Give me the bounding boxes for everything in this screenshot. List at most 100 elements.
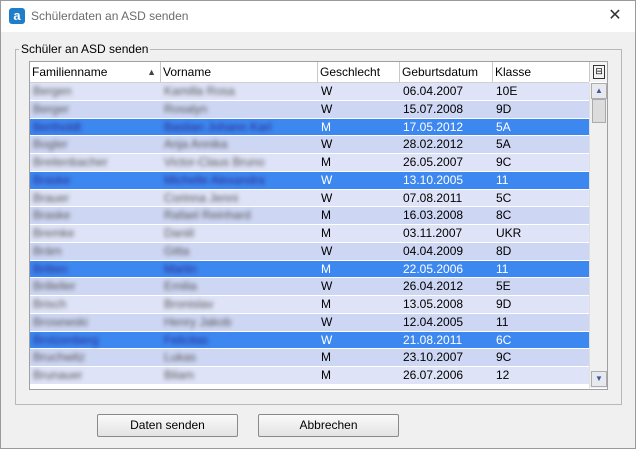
cell-klasse: 5C — [496, 190, 512, 205]
table-row[interactable]: Bertholdt Bastian Johann Karl M 17.05.2012 5… — [30, 118, 589, 137]
cell-klasse: 6C — [496, 332, 512, 347]
cell-familienname: Brotzenberg — [33, 332, 99, 347]
table-row[interactable]: Braske Rafael Reinhard M 16.03.2008 8C — [30, 207, 589, 225]
column-header-geschlecht[interactable]: Geschlecht — [318, 62, 400, 82]
cell-geschlecht: W — [321, 101, 333, 116]
table-row[interactable]: Bremke Daniil M 03.11.2007 UKR — [30, 225, 589, 243]
column-header-familienname[interactable]: Familienname ▲ — [30, 62, 161, 82]
table-row[interactable]: Brunauer Bilam M 26.07.2006 12 — [30, 367, 589, 385]
cell-vorname: Emilia — [164, 279, 197, 294]
cell-familienname: Bruchwitz — [33, 350, 86, 365]
cell-familienname: Brosewski — [33, 314, 88, 329]
cell-familienname: Berger — [33, 101, 70, 116]
cell-vorname: Gitta — [164, 243, 190, 258]
cell-familienname: Breitenbacher — [33, 155, 108, 169]
cell-geburtsdatum: 26.04.2012 — [403, 279, 464, 294]
table-row[interactable]: Bruchwitz Lukas M 23.10.2007 9C — [30, 349, 589, 367]
cell-geschlecht: M — [321, 261, 331, 276]
cell-familienname: Braske — [33, 172, 71, 187]
table-row[interactable]: Bogler Anja Annika W 28.02.2012 5A — [30, 136, 589, 154]
title-bar: a Schülerdaten an ASD senden ✕ — [1, 1, 635, 32]
table-row[interactable]: Brosewski Henry Jakob W 12.04.2005 11 — [30, 313, 589, 332]
scroll-thumb[interactable] — [592, 99, 606, 123]
cell-geschlecht: W — [321, 314, 333, 329]
table-row[interactable]: Brisch Bronislav M 13.05.2008 9D — [30, 296, 589, 314]
cell-familienname: Bremke — [33, 226, 75, 240]
cell-geschlecht: M — [321, 350, 331, 365]
table-row[interactable]: Brauer Corinna Jenni W 07.08.2011 5C — [30, 189, 589, 208]
cell-geschlecht: M — [321, 226, 331, 240]
cell-geschlecht: M — [321, 208, 331, 223]
scroll-down-icon[interactable]: ▼ — [591, 371, 607, 387]
vertical-scrollbar[interactable]: ▲ ▼ — [589, 83, 607, 388]
cell-familienname: Bertholdt — [33, 119, 82, 134]
column-header-klasse[interactable]: Klasse — [493, 62, 589, 82]
cell-vorname: Rosalyn — [164, 101, 208, 116]
cell-geburtsdatum: 15.07.2008 — [403, 101, 464, 116]
column-header-vorname[interactable]: Vorname — [161, 62, 318, 82]
cell-vorname: Rafael Reinhard — [164, 208, 251, 223]
cell-geschlecht: M — [321, 368, 331, 382]
cell-vorname: Bilam — [164, 368, 195, 382]
cancel-button[interactable]: Abbrechen — [258, 414, 399, 437]
cell-geburtsdatum: 17.05.2012 — [403, 119, 464, 134]
cell-klasse: 9C — [496, 350, 512, 365]
cell-klasse: 8C — [496, 208, 512, 223]
cell-familienname: Britten — [33, 261, 68, 276]
cell-geburtsdatum: 16.03.2008 — [403, 208, 464, 223]
grid-header: Familienname ▲ Vorname Geschlecht Geburt… — [30, 62, 589, 83]
cell-geschlecht: M — [321, 119, 331, 134]
column-chooser-icon: ⊟ — [593, 65, 605, 79]
cell-klasse: UKR — [496, 226, 522, 240]
cell-vorname: Bastian Johann Karl — [164, 119, 272, 134]
cell-geburtsdatum: 07.08.2011 — [403, 190, 463, 205]
cell-geburtsdatum: 06.04.2007 — [403, 84, 464, 98]
table-row[interactable]: Braske Michelle Alexandra W 13.10.2005 11 — [30, 171, 589, 190]
cell-vorname: Daniil — [164, 226, 195, 240]
table-row[interactable]: Brotzenberg Felicitas W 21.08.2011 6C — [30, 331, 589, 350]
cell-geburtsdatum: 13.10.2005 — [403, 172, 464, 187]
cell-klasse: 11 — [496, 172, 509, 187]
cell-klasse: 11 — [496, 261, 509, 276]
cell-geschlecht: W — [321, 243, 333, 258]
cell-vorname: Lukas — [164, 350, 197, 365]
cell-geschlecht: W — [321, 84, 333, 98]
cell-familienname: Bogler — [33, 137, 68, 152]
cell-familienname: Brilleller — [33, 279, 76, 294]
table-row[interactable]: Brilleller Emilia W 26.04.2012 5E — [30, 278, 589, 296]
scroll-up-icon[interactable]: ▲ — [591, 83, 607, 99]
cell-geschlecht: M — [321, 297, 331, 311]
table-row[interactable]: Breitenbacher Victor-Claus Bruno M 26.05.20… — [30, 154, 589, 172]
table-row[interactable]: Britten Marlin M 22.05.2006 11 — [30, 260, 589, 279]
cell-geburtsdatum: 23.10.2007 — [403, 350, 464, 365]
cell-familienname: Brunauer — [33, 368, 83, 382]
close-icon[interactable]: ✕ — [605, 6, 625, 26]
cell-vorname: Bronislav — [164, 297, 214, 311]
students-grid[interactable]: Familienname ▲ Vorname Geschlecht Geburt… — [29, 61, 608, 390]
cell-klasse: 5A — [496, 137, 511, 152]
cell-geburtsdatum: 12.04.2005 — [403, 314, 464, 329]
window-title: Schülerdaten an ASD senden — [31, 9, 189, 23]
cell-klasse: 9C — [496, 155, 512, 169]
cell-geburtsdatum: 26.05.2007 — [403, 155, 464, 169]
cell-geburtsdatum: 13.05.2008 — [403, 297, 464, 311]
cell-vorname: Corinna Jenni — [164, 190, 239, 205]
grid-rows: Bergen Kamilla Rosa W 06.04.2007 10E Berger Ro… — [30, 83, 589, 385]
cell-klasse: 10E — [496, 84, 518, 98]
column-header-geburtsdatum[interactable]: Geburtsdatum — [400, 62, 493, 82]
table-row[interactable]: Berger Rosalyn W 15.07.2008 9D — [30, 100, 589, 119]
table-row[interactable]: Bergen Kamilla Rosa W 06.04.2007 10E — [30, 83, 589, 101]
column-chooser-button[interactable]: ⊟ — [589, 62, 607, 82]
cell-klasse: 11 — [496, 314, 509, 329]
cell-vorname: Marlin — [164, 261, 197, 276]
cell-vorname: Victor-Claus Bruno — [164, 155, 265, 169]
send-data-button[interactable]: Daten senden — [97, 414, 238, 437]
cell-geburtsdatum: 21.08.2011 — [403, 332, 463, 347]
cell-geburtsdatum: 26.07.2006 — [403, 368, 464, 382]
cell-familienname: Braske — [33, 208, 71, 223]
cell-geburtsdatum: 22.05.2006 — [403, 261, 464, 276]
table-row[interactable]: Bräm Gitta W 04.04.2009 8D — [30, 242, 589, 261]
cell-familienname: Brauer — [33, 190, 70, 205]
cell-familienname: Bergen — [33, 84, 72, 98]
cell-geschlecht: W — [321, 332, 333, 347]
